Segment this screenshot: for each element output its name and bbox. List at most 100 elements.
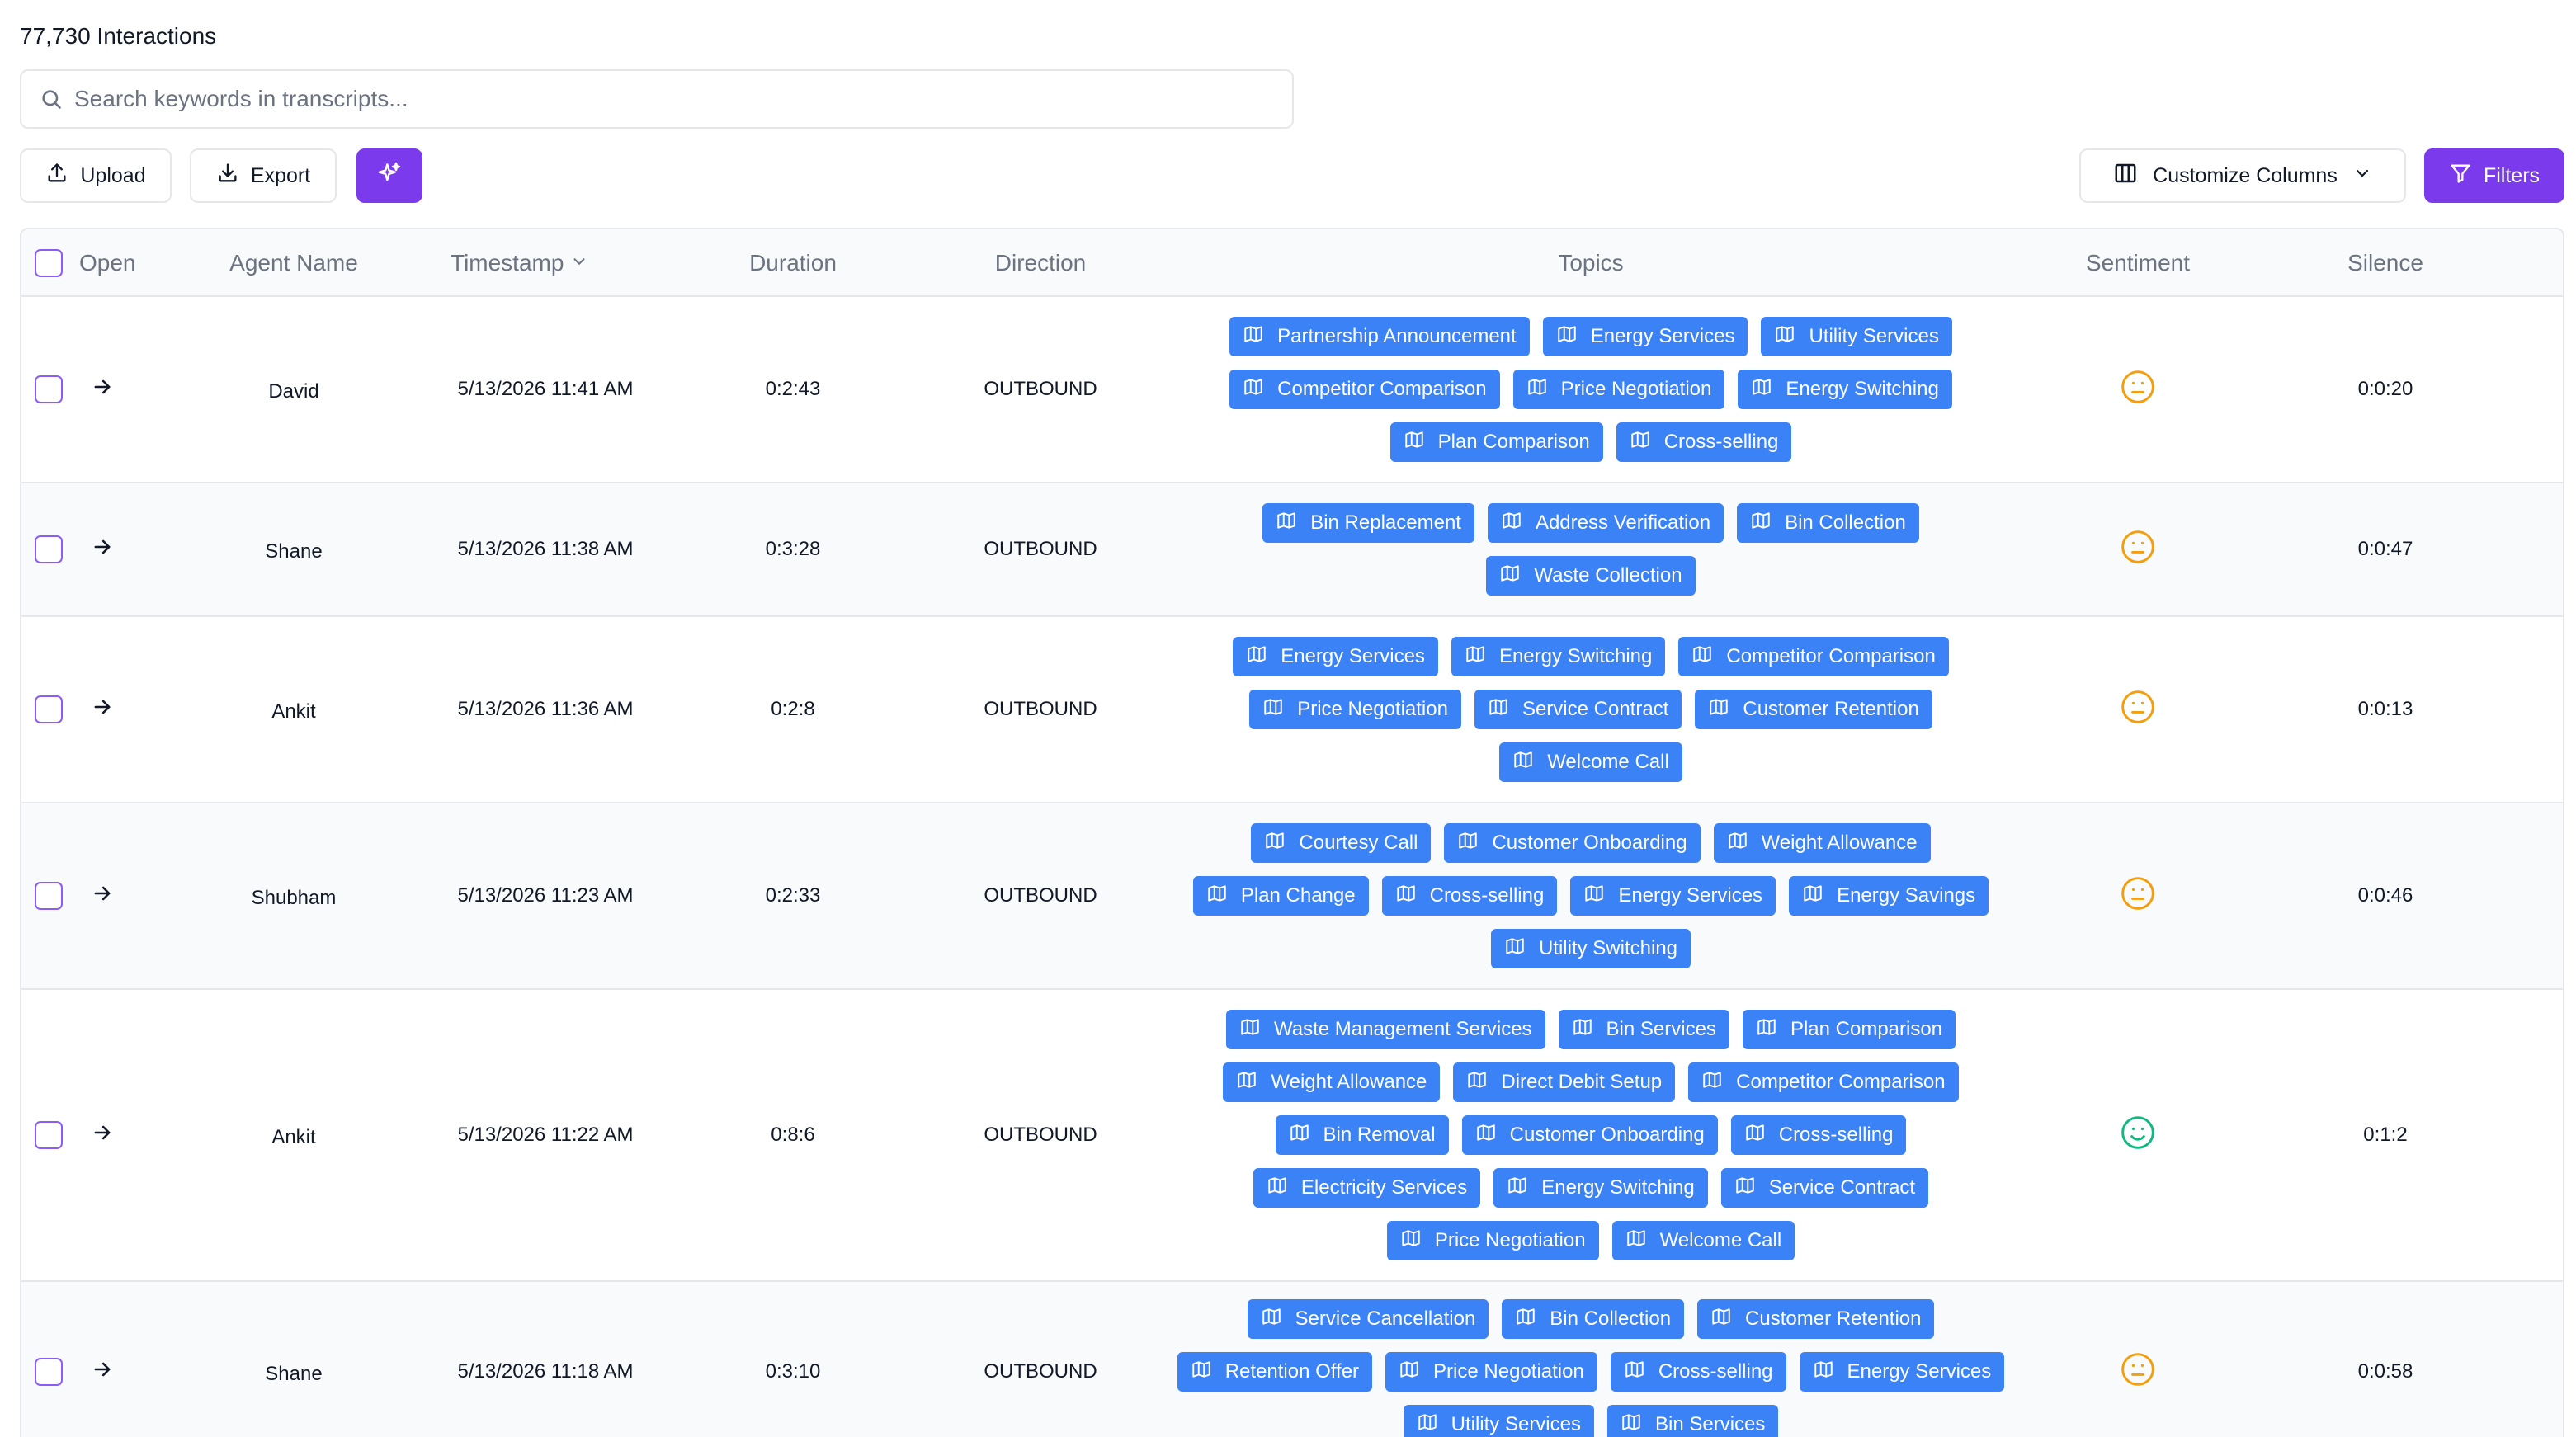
topic-tag[interactable]: Retention Offer (1177, 1352, 1373, 1392)
table-row[interactable]: Ankit 5/13/2026 11:36 AM 0:2:8 OUTBOUND Ener… (21, 617, 2563, 803)
topic-tag[interactable]: Utility Services (1403, 1405, 1594, 1437)
topic-tag[interactable]: Welcome Call (1611, 1221, 1795, 1260)
row-checkbox[interactable] (35, 803, 63, 988)
silence: 0:0:46 (2357, 884, 2413, 907)
topic-tag[interactable]: Cross-selling (1616, 422, 1792, 462)
topic-tag[interactable]: Competitor Comparison (1229, 370, 1500, 409)
topic-tag[interactable]: Energy Switching (1738, 370, 1952, 409)
row-checkbox[interactable] (35, 990, 63, 1280)
topic-tag[interactable]: Bin Replacement (1262, 503, 1474, 543)
topic-label: Customer Onboarding (1492, 832, 1687, 854)
open-row-button[interactable] (91, 1282, 114, 1437)
topic-tag[interactable]: Utility Switching (1490, 929, 1691, 968)
arrow-right-icon (91, 1121, 114, 1150)
direction: OUTBOUND (984, 378, 1097, 400)
table-row[interactable]: David 5/13/2026 11:41 AM 0:2:43 OUTBOUND Par… (21, 297, 2563, 483)
column-header-direction[interactable]: Direction (937, 229, 1144, 297)
map-icon (1264, 830, 1286, 857)
topic-tag[interactable]: Service Contract (1474, 690, 1682, 729)
topic-tag[interactable]: Bin Collection (1737, 503, 1919, 543)
open-row-button[interactable] (91, 990, 114, 1280)
ai-assist-button[interactable] (356, 148, 422, 203)
column-header-silence[interactable]: Silence (2282, 229, 2489, 297)
table-row[interactable]: Shubham 5/13/2026 11:23 AM 0:2:33 OUTBOUND C… (21, 803, 2563, 990)
topic-tag[interactable]: Bin Services (1606, 1405, 1779, 1437)
download-icon (216, 162, 239, 191)
topic-tag[interactable]: Utility Services (1761, 317, 1952, 356)
topic-tag[interactable]: Plan Change (1192, 876, 1369, 916)
topic-tag[interactable]: Price Negotiation (1385, 1352, 1597, 1392)
arrow-right-icon (91, 1358, 114, 1387)
open-row-button[interactable] (91, 617, 114, 802)
topic-tag[interactable]: Energy Savings (1789, 876, 1989, 916)
column-header-sentiment[interactable]: Sentiment (2035, 229, 2241, 297)
topic-tag[interactable]: Waste Management Services (1225, 1010, 1545, 1049)
search-bar[interactable] (20, 69, 1294, 129)
topic-tag[interactable]: Electricity Services (1253, 1168, 1481, 1208)
topic-tag[interactable]: Customer Onboarding (1444, 823, 1701, 863)
topic-tag[interactable]: Weight Allowance (1223, 1062, 1441, 1102)
open-row-button[interactable] (91, 483, 114, 615)
topic-tag[interactable]: Plan Comparison (1742, 1010, 1956, 1049)
customize-columns-button[interactable]: Customize Columns (2079, 148, 2406, 203)
map-icon (1276, 510, 1297, 537)
topic-tag[interactable]: Customer Retention (1697, 1299, 1935, 1339)
row-checkbox[interactable] (35, 617, 63, 802)
topic-tag[interactable]: Partnership Announcement (1229, 317, 1530, 356)
upload-button[interactable]: Upload (20, 148, 172, 203)
search-input[interactable] (74, 86, 1262, 112)
topic-tag[interactable]: Address Verification (1487, 503, 1724, 543)
row-checkbox[interactable] (35, 483, 63, 615)
column-header-duration[interactable]: Duration (690, 229, 896, 297)
topic-tag[interactable]: Customer Onboarding (1461, 1115, 1718, 1155)
row-checkbox[interactable] (35, 1282, 63, 1437)
topic-tag[interactable]: Competitor Comparison (1688, 1062, 1959, 1102)
sort-chevron-icon (570, 250, 588, 276)
topic-tag[interactable]: Cross-selling (1381, 876, 1558, 916)
filters-button[interactable]: Filters (2424, 148, 2564, 203)
topic-tag[interactable]: Energy Switching (1451, 637, 1666, 676)
row-checkbox[interactable] (35, 297, 63, 482)
table-row[interactable]: Shane 5/13/2026 11:38 AM 0:3:28 OUTBOUND Bin… (21, 483, 2563, 617)
open-row-button[interactable] (91, 297, 114, 482)
topic-tag[interactable]: Waste Collection (1486, 556, 1696, 596)
topic-tag[interactable]: Cross-selling (1730, 1115, 1907, 1155)
map-icon (1246, 643, 1267, 671)
topic-tag[interactable]: Price Negotiation (1512, 370, 1725, 409)
topic-tag[interactable]: Energy Services (1799, 1352, 2005, 1392)
open-row-button[interactable] (91, 803, 114, 988)
topic-tag[interactable]: Plan Comparison (1389, 422, 1603, 462)
topic-tag[interactable]: Bin Services (1558, 1010, 1729, 1049)
topic-tag[interactable]: Bin Removal (1275, 1115, 1449, 1155)
sentiment (2035, 1282, 2241, 1437)
topic-tag[interactable]: Price Negotiation (1249, 690, 1461, 729)
table-row[interactable]: Ankit 5/13/2026 11:22 AM 0:8:6 OUTBOUND Wast… (21, 990, 2563, 1282)
map-icon (1289, 1122, 1310, 1149)
topic-tag[interactable]: Cross-selling (1610, 1352, 1786, 1392)
table-row[interactable]: Shane 5/13/2026 11:18 AM 0:3:10 OUTBOUND Ser… (21, 1282, 2563, 1437)
topic-tag[interactable]: Energy Services (1542, 317, 1748, 356)
column-header-agent[interactable]: Agent Name (178, 229, 409, 297)
topic-tag[interactable]: Energy Services (1570, 876, 1776, 916)
column-header-timestamp[interactable]: Timestamp (451, 229, 588, 297)
direction: OUTBOUND (984, 1124, 1097, 1146)
topic-tag[interactable]: Direct Debit Setup (1453, 1062, 1676, 1102)
topic-tag[interactable]: Customer Retention (1695, 690, 1932, 729)
topic-tag[interactable]: Energy Switching (1493, 1168, 1708, 1208)
select-all-checkbox[interactable] (35, 229, 63, 297)
topic-tag[interactable]: Service Cancellation (1247, 1299, 1489, 1339)
export-button[interactable]: Export (190, 148, 337, 203)
timestamp: 5/13/2026 11:22 AM (457, 1124, 634, 1146)
topic-tag[interactable]: Price Negotiation (1386, 1221, 1599, 1260)
topic-tag[interactable]: Service Contract (1720, 1168, 1929, 1208)
topic-tag[interactable]: Welcome Call (1499, 742, 1682, 782)
topic-tag[interactable]: Weight Allowance (1713, 823, 1931, 863)
topic-label: Bin Services (1606, 1018, 1716, 1040)
topic-tag[interactable]: Bin Collection (1502, 1299, 1685, 1339)
topic-tag[interactable]: Courtesy Call (1251, 823, 1432, 863)
map-icon (1206, 883, 1228, 910)
topic-tag[interactable]: Competitor Comparison (1678, 637, 1949, 676)
topic-label: Price Negotiation (1433, 1360, 1584, 1383)
column-header-topics[interactable]: Topics (1168, 229, 2013, 297)
topic-tag[interactable]: Energy Services (1233, 637, 1438, 676)
